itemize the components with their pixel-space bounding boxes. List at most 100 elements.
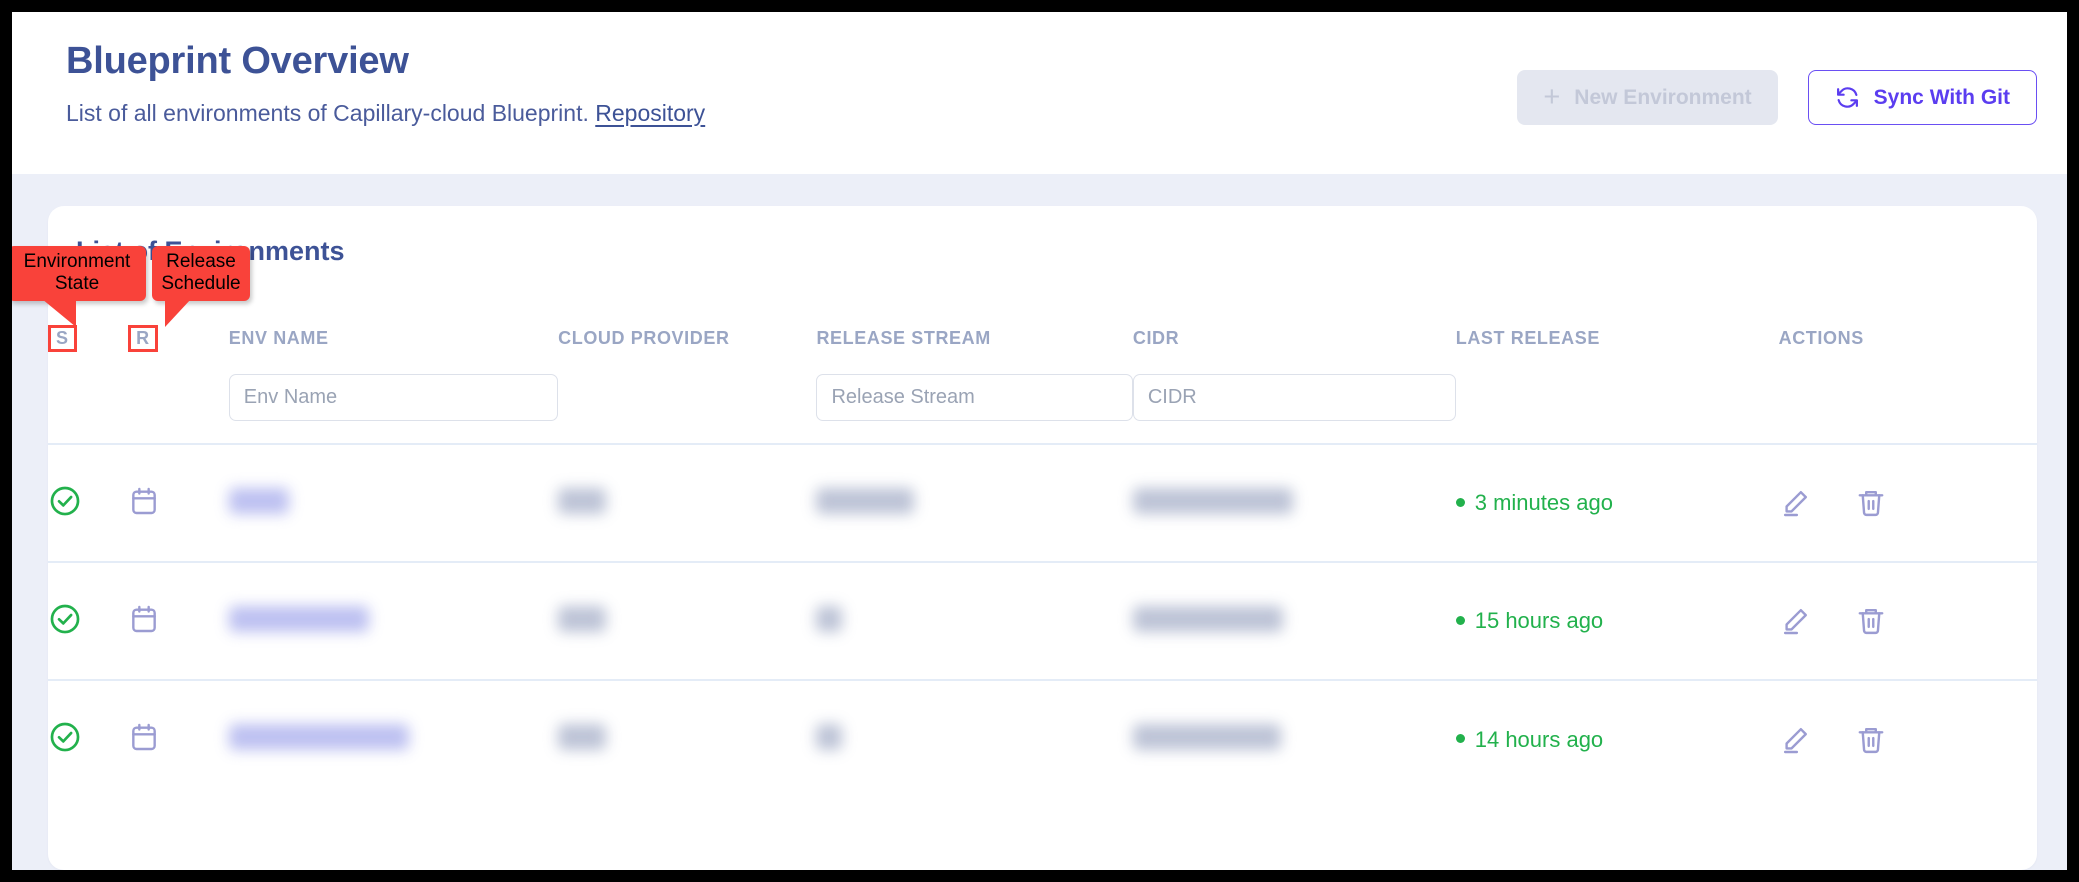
row-env-name-cell[interactable] (228, 443, 559, 562)
row-env-name-cell[interactable] (228, 679, 559, 798)
delete-icon[interactable] (1855, 605, 1887, 637)
release-stream-redacted (816, 487, 915, 514)
row-cidr-cell (1132, 679, 1456, 798)
filter-cell-release (128, 374, 229, 444)
check-circle-icon[interactable] (48, 722, 82, 758)
row-release-stream-cell (816, 561, 1133, 680)
cidr-filter-input[interactable] (1132, 374, 1456, 421)
env-name-redacted (228, 724, 409, 750)
edit-icon[interactable] (1779, 724, 1811, 756)
table-row[interactable]: 3 minutes ago (48, 443, 2037, 562)
row-state-cell (48, 679, 129, 798)
check-circle-icon[interactable] (48, 486, 82, 522)
row-release-cell (128, 561, 229, 680)
table-row[interactable]: 14 hours ago (48, 679, 2037, 798)
table-row[interactable]: 15 hours ago (48, 561, 2037, 680)
row-actions-cell (1778, 679, 2037, 798)
annotation-environment-state: Environment State (12, 246, 146, 327)
annotation-release-schedule: Release Schedule (152, 246, 250, 327)
calendar-icon[interactable] (128, 605, 160, 639)
row-release-cell (128, 679, 229, 798)
column-header-env-name[interactable]: ENV NAME (229, 325, 558, 374)
repository-link[interactable]: Repository (595, 100, 705, 126)
column-header-release[interactable]: R (128, 325, 229, 374)
filter-cell-last-release (1456, 374, 1779, 444)
cidr-redacted (1132, 487, 1293, 514)
delete-icon[interactable] (1855, 487, 1887, 519)
row-release-stream-cell (816, 443, 1133, 562)
edit-icon[interactable] (1779, 605, 1811, 637)
header-actions: + New Environment Sync With Git (1517, 70, 2037, 125)
status-dot-icon (1455, 734, 1465, 744)
filter-cell-state (48, 374, 128, 444)
annotation-environment-state-label: Environment State (23, 251, 131, 294)
calendar-icon[interactable] (128, 723, 160, 757)
sync-with-git-label: Sync With Git (1873, 85, 2010, 109)
row-cidr-cell (1132, 443, 1456, 562)
row-release-cell (128, 443, 229, 562)
row-cloud-provider-cell (558, 443, 817, 562)
column-header-release-label: R (128, 325, 158, 352)
new-environment-button[interactable]: + New Environment (1517, 70, 1778, 125)
row-actions-cell (1778, 561, 2037, 680)
card-title: List of Environments (76, 236, 345, 266)
table-filter-row (48, 374, 2037, 444)
release-stream-redacted (816, 724, 843, 750)
row-cidr-cell (1132, 561, 1456, 680)
env-name-redacted (228, 605, 369, 632)
cloud-provider-redacted (558, 724, 607, 750)
calendar-icon[interactable] (128, 487, 160, 521)
refresh-icon (1835, 85, 1860, 110)
env-name-redacted (228, 487, 289, 514)
status-dot-icon (1455, 615, 1465, 625)
cloud-provider-redacted (558, 487, 607, 514)
sync-with-git-button[interactable]: Sync With Git (1807, 70, 2037, 125)
filter-cell-cloud-provider (558, 374, 816, 444)
page-subtitle-text: List of all environments of Capillary-cl… (66, 99, 589, 126)
table-header: S R ENV NAME CLOUD PROVIDER RELEASE STRE… (48, 325, 2037, 374)
column-header-actions: ACTIONS (1778, 328, 1864, 348)
environments-card: List of Environments S R ENV NAME (48, 206, 2037, 870)
app-frame: Blueprint Overview List of all environme… (12, 12, 2067, 870)
edit-icon[interactable] (1779, 487, 1811, 519)
column-header-last-release[interactable]: LAST RELEASE (1456, 325, 1779, 374)
row-actions-cell (1778, 443, 2037, 562)
last-release-value: 14 hours ago (1455, 727, 1603, 752)
column-header-release-stream[interactable]: RELEASE STREAM (816, 325, 1132, 374)
row-last-release-cell: 14 hours ago (1455, 679, 1779, 798)
status-dot-icon (1455, 497, 1465, 507)
column-header-state-label: S (48, 325, 77, 352)
annotation-release-schedule-label: Release Schedule (161, 251, 241, 294)
last-release-value: 15 hours ago (1455, 608, 1603, 633)
check-circle-icon[interactable] (48, 604, 82, 640)
env-name-filter-input[interactable] (228, 374, 559, 421)
column-header-cloud-provider[interactable]: CLOUD PROVIDER (558, 325, 816, 374)
filter-cell-cidr (1132, 374, 1456, 444)
annotation-pointer-icon (42, 298, 76, 327)
new-environment-label: New Environment (1574, 85, 1752, 109)
environments-table: S R ENV NAME CLOUD PROVIDER RELEASE STRE… (48, 325, 2037, 798)
table-header-row: S R ENV NAME CLOUD PROVIDER RELEASE STRE… (48, 325, 2037, 374)
cidr-redacted (1132, 605, 1283, 632)
release-stream-filter-input[interactable] (816, 374, 1133, 421)
filter-cell-release-stream (816, 374, 1133, 444)
row-cloud-provider-cell (558, 679, 817, 798)
table-body: 3 minutes ago (48, 374, 2037, 798)
plus-icon: + (1543, 80, 1561, 113)
row-last-release-cell: 3 minutes ago (1455, 443, 1779, 562)
row-release-stream-cell (816, 679, 1133, 798)
page-body: List of Environments S R ENV NAME (12, 174, 2067, 870)
page-header: Blueprint Overview List of all environme… (12, 12, 2067, 174)
cidr-redacted (1132, 724, 1281, 750)
last-release-value: 3 minutes ago (1455, 490, 1613, 515)
row-state-cell (48, 443, 129, 562)
cloud-provider-redacted (558, 605, 607, 632)
release-stream-redacted (816, 605, 843, 632)
delete-icon[interactable] (1855, 724, 1887, 756)
row-env-name-cell[interactable] (228, 561, 559, 680)
row-state-cell (48, 561, 129, 680)
column-header-cidr[interactable]: CIDR (1133, 325, 1456, 374)
annotation-pointer-icon (165, 298, 191, 327)
column-header-state[interactable]: S (48, 325, 128, 374)
filter-cell-env-name (228, 374, 559, 444)
